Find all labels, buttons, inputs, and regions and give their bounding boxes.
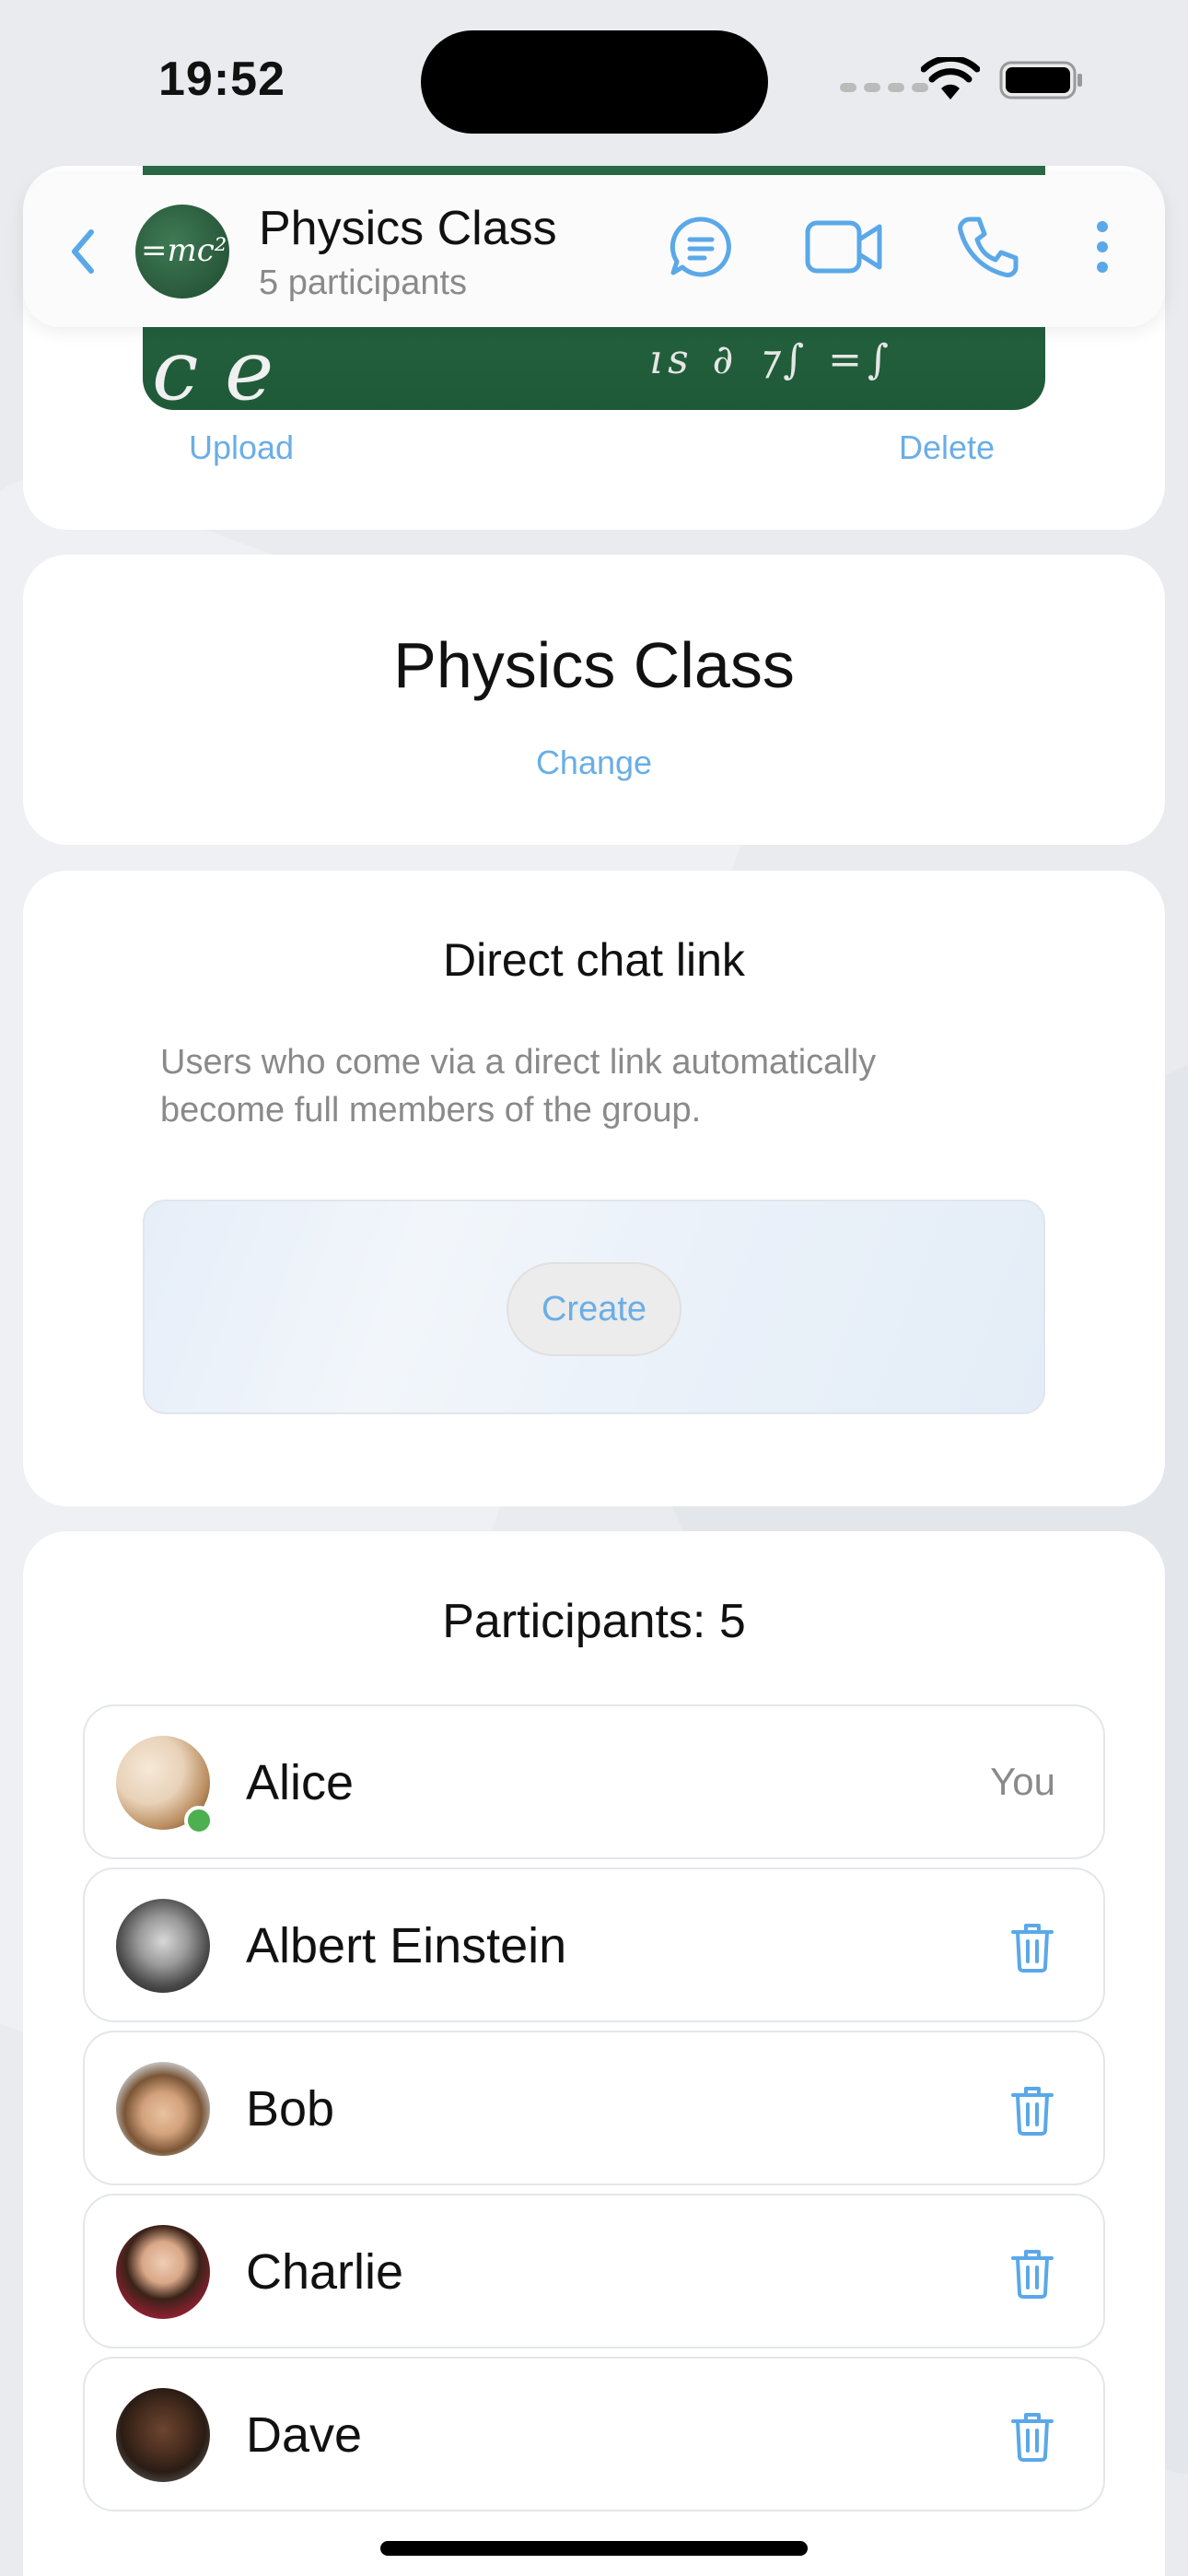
video-camera-icon[interactable] [804, 214, 883, 280]
participant-row-dave[interactable]: Dave [83, 2357, 1105, 2512]
more-vertical-icon[interactable] [1093, 214, 1112, 280]
online-status-dot [184, 1806, 214, 1835]
participants-title: Participants: 5 [442, 1595, 746, 1648]
participant-row-alice[interactable]: Alice You [83, 1704, 1105, 1859]
home-indicator[interactable] [380, 2541, 808, 2556]
trash-icon[interactable] [1009, 2084, 1055, 2136]
participant-name: Dave [246, 2407, 363, 2463]
wifi-icon [921, 57, 980, 100]
participant-row-albert-einstein[interactable]: Albert Einstein [83, 1868, 1105, 2022]
delete-photo-button[interactable]: Delete [899, 428, 995, 467]
upload-photo-button[interactable]: Upload [189, 428, 294, 467]
avatar [116, 2062, 210, 2156]
cellular-signal-icon [840, 83, 928, 92]
participant-name: Albert Einstein [246, 1918, 567, 1973]
group-avatar[interactable]: =mc² [135, 205, 229, 299]
direct-link-card: Direct chat link Users who come via a di… [23, 871, 1165, 1506]
group-name: Physics Class [393, 629, 795, 701]
avatar [116, 1899, 210, 1993]
header-participant-count: 5 participants [259, 263, 468, 302]
trash-icon[interactable] [1009, 2247, 1055, 2299]
participant-row-bob[interactable]: Bob [83, 2031, 1105, 2185]
chat-bubble-icon[interactable] [668, 214, 734, 280]
direct-link-description: Users who come via a direct link automat… [160, 1043, 877, 1130]
participant-name: Bob [246, 2081, 335, 2137]
avatar [116, 2388, 210, 2482]
chat-header: =mc² Physics Class 5 participants [23, 175, 1165, 327]
phone-icon[interactable] [955, 214, 1019, 280]
status-bar: 19:52 [0, 0, 1188, 166]
group-name-card: Physics Class Change [23, 555, 1165, 845]
status-time: 19:52 [158, 53, 285, 106]
participant-name: Alice [246, 1755, 355, 1810]
dynamic-island [421, 30, 768, 134]
direct-link-title: Direct chat link [443, 934, 745, 986]
back-chevron-icon[interactable] [60, 219, 106, 284]
change-name-button[interactable]: Change [23, 744, 1165, 782]
battery-icon [999, 61, 1082, 100]
you-badge: You [990, 1760, 1055, 1803]
trash-icon[interactable] [1009, 1921, 1055, 1973]
avatar [116, 2225, 210, 2319]
header-title: Physics Class [259, 202, 557, 255]
participants-card: Participants: 5 Alice You Albert Einstei… [23, 1531, 1165, 2576]
create-link-button[interactable]: Create [507, 1262, 681, 1356]
participant-name: Charlie [246, 2244, 404, 2300]
trash-icon[interactable] [1009, 2410, 1055, 2462]
participant-row-charlie[interactable]: Charlie [83, 2194, 1105, 2348]
